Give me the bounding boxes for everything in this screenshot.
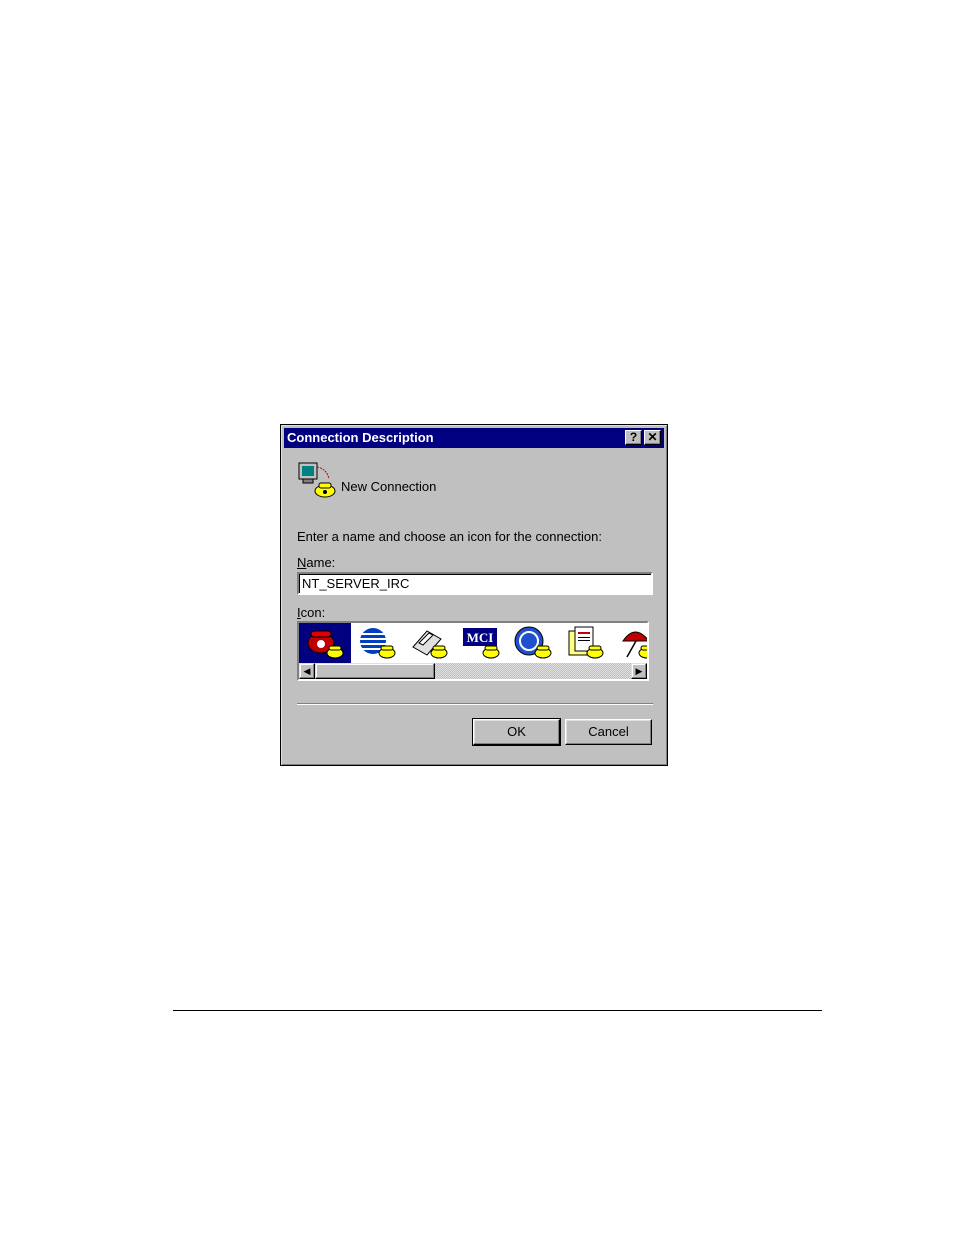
separator xyxy=(297,703,653,705)
page-rule xyxy=(173,1010,822,1011)
icon-option-umbrella[interactable] xyxy=(611,623,647,663)
icon-option-att-globe[interactable] xyxy=(351,623,403,663)
ok-button[interactable]: OK xyxy=(472,718,561,746)
svg-text:MCI: MCI xyxy=(467,630,494,645)
ge-globe-icon xyxy=(514,626,552,659)
scroll-right-button[interactable]: ▶ xyxy=(631,663,647,679)
icon-option-documents[interactable] xyxy=(559,623,611,663)
horizontal-scrollbar[interactable]: ◀ ▶ xyxy=(299,663,647,679)
att-globe-icon xyxy=(360,628,396,659)
icon-option-fax[interactable] xyxy=(403,623,455,663)
name-input[interactable] xyxy=(297,572,653,595)
help-button[interactable]: ? xyxy=(625,430,642,445)
mci-icon: MCI xyxy=(463,628,500,659)
icon-label: Icon: xyxy=(297,605,326,620)
scroll-left-button[interactable]: ◀ xyxy=(299,663,315,679)
connection-description-dialog: Connection Description ? ✕ New Connectio… xyxy=(280,424,668,766)
connection-name-text: New Connection xyxy=(341,479,437,494)
dialog-title: Connection Description xyxy=(287,430,434,445)
cancel-button[interactable]: Cancel xyxy=(565,719,652,745)
icon-option-mci[interactable]: MCI xyxy=(455,623,507,663)
instruction-text: Enter a name and choose an icon for the … xyxy=(297,529,602,544)
title-bar[interactable]: Connection Description ? ✕ xyxy=(284,428,664,448)
new-connection-icon xyxy=(298,462,336,498)
name-label: Name: xyxy=(297,555,336,570)
scroll-thumb[interactable] xyxy=(315,663,435,679)
close-button[interactable]: ✕ xyxy=(644,430,661,445)
umbrella-icon xyxy=(622,631,647,659)
fax-icon xyxy=(412,630,448,659)
documents-icon xyxy=(568,626,604,659)
icon-list[interactable]: MCI ◀ ▶ xyxy=(297,621,649,681)
icon-option-ge-globe[interactable] xyxy=(507,623,559,663)
phone-icon xyxy=(307,630,344,659)
icon-option-phone[interactable] xyxy=(299,623,351,663)
